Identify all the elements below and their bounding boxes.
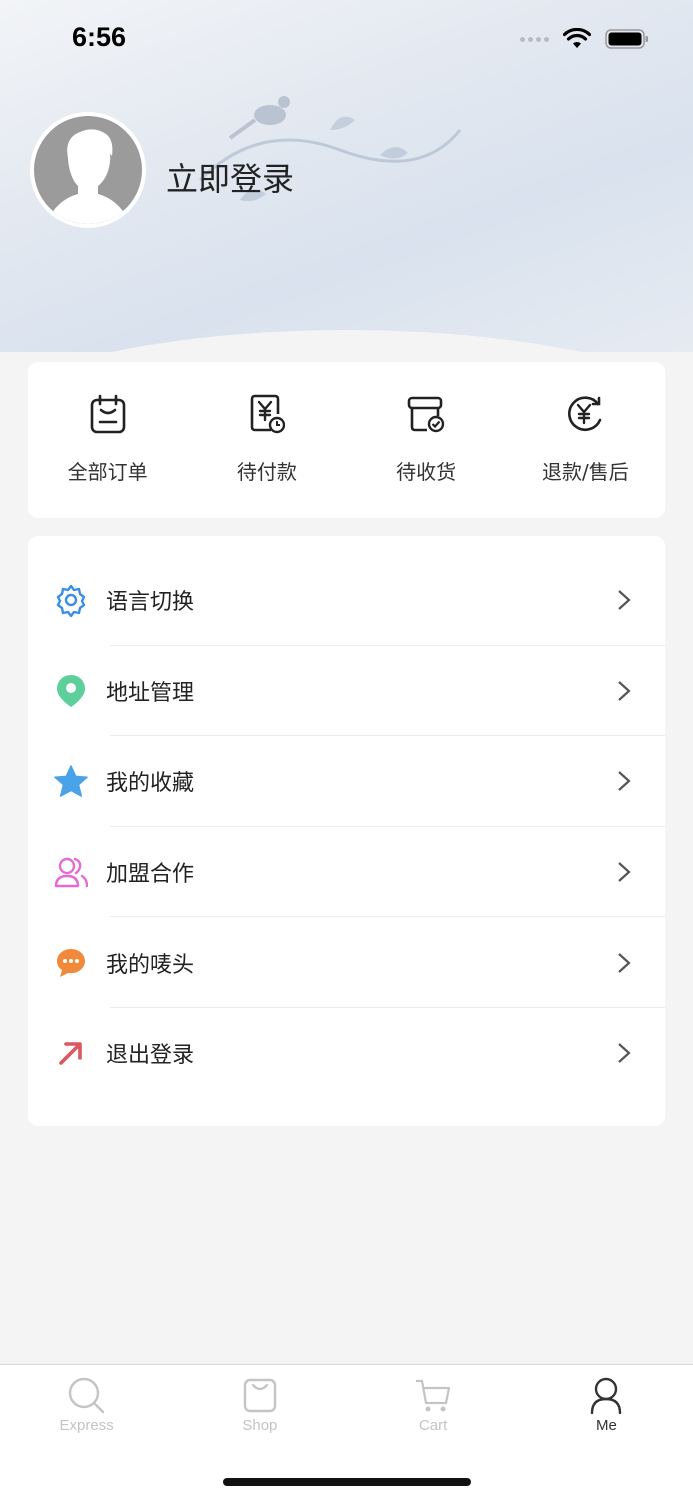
search-icon <box>68 1377 104 1414</box>
menu-label: 退出登录 <box>106 1043 195 1069</box>
menu-label: 我的唛头 <box>106 952 195 978</box>
default-user-icon <box>46 129 130 224</box>
order-pending-payment[interactable]: 待付款 <box>187 362 346 518</box>
tab-label: Shop <box>242 1417 278 1434</box>
tab-label: Me <box>595 1417 617 1434</box>
tab-express[interactable]: Express <box>0 1365 173 1500</box>
menu-franchise-cooperation[interactable]: 加盟合作 <box>28 827 665 918</box>
order-all-label: 全部订单 <box>67 460 148 484</box>
signal-icon <box>520 36 549 42</box>
menu-address-management[interactable]: 地址管理 <box>28 646 665 737</box>
menu-language-switch[interactable]: 语言切换 <box>28 555 665 646</box>
tab-me[interactable]: Me <box>520 1365 693 1500</box>
home-indicator[interactable] <box>223 1478 471 1486</box>
settings-menu: 语言切换 地址管理 我的收藏 加盟合作 我的唛头 退出登录 <box>28 536 665 1126</box>
chevron-right-icon <box>618 1043 631 1064</box>
menu-label: 我的收藏 <box>106 771 195 797</box>
menu-my-favorites[interactable]: 我的收藏 <box>28 736 665 827</box>
menu-logout[interactable]: 退出登录 <box>28 1008 665 1099</box>
chevron-right-icon <box>618 590 631 611</box>
shopping-bag-icon <box>243 1378 277 1413</box>
avatar[interactable] <box>30 112 146 228</box>
tab-label: Cart <box>418 1417 448 1434</box>
payment-pending-icon <box>250 394 285 434</box>
orders-card: 全部订单 待付款 待收货 退款/售后 <box>28 362 665 518</box>
order-pending-delivery-label: 待收货 <box>396 460 457 484</box>
menu-label: 加盟合作 <box>106 862 195 888</box>
order-pending-payment-label: 待付款 <box>236 460 297 484</box>
wifi-icon <box>563 28 591 48</box>
order-pending-delivery[interactable]: 待收货 <box>347 362 506 518</box>
status-icons <box>520 28 649 50</box>
location-pin-icon <box>54 674 88 708</box>
cart-icon <box>416 1379 451 1412</box>
tab-label: Express <box>59 1417 114 1434</box>
order-all[interactable]: 全部订单 <box>28 362 187 518</box>
chevron-right-icon <box>618 952 631 973</box>
order-refund-label: 退款/售后 <box>542 460 629 484</box>
battery-icon <box>605 29 648 49</box>
gear-icon <box>54 583 88 618</box>
user-icon <box>591 1377 622 1415</box>
users-icon <box>54 855 88 889</box>
order-refund[interactable]: 退款/售后 <box>506 362 665 518</box>
clipboard-icon <box>90 394 125 434</box>
chevron-right-icon <box>618 862 631 882</box>
menu-label: 地址管理 <box>106 680 195 706</box>
star-icon <box>54 764 88 798</box>
login-link[interactable]: 立即登录 <box>166 154 294 200</box>
refund-icon <box>568 396 602 431</box>
chat-bubble-icon <box>54 946 88 980</box>
menu-my-shipping-marks[interactable]: 我的唛头 <box>28 917 665 1008</box>
arrow-up-right-icon <box>54 1036 88 1070</box>
menu-label: 语言切换 <box>106 590 195 616</box>
chevron-right-icon <box>618 771 631 792</box>
box-check-icon <box>407 396 445 433</box>
status-time: 6:56 <box>72 22 127 52</box>
chevron-right-icon <box>618 681 631 701</box>
